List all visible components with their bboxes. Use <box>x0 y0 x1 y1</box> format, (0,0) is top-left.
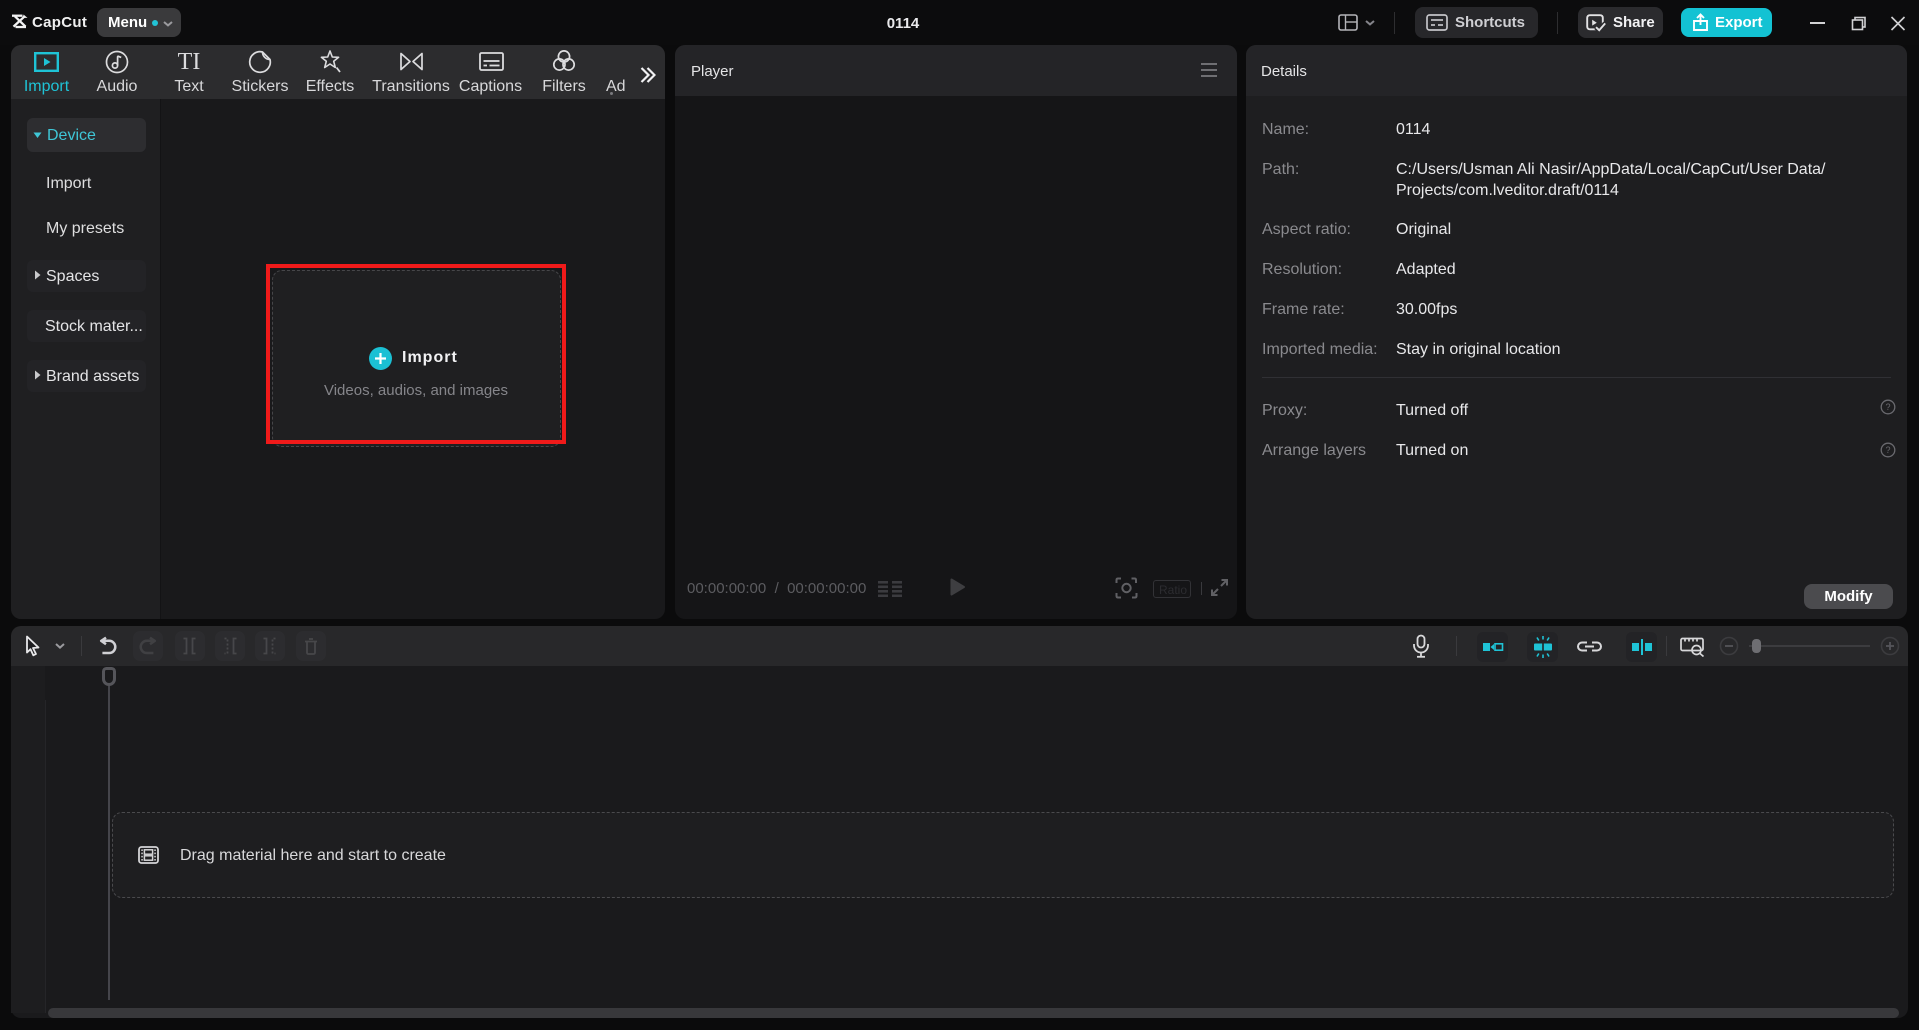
svg-text:?: ? <box>1885 445 1890 455</box>
svg-text:?: ? <box>1885 402 1890 412</box>
